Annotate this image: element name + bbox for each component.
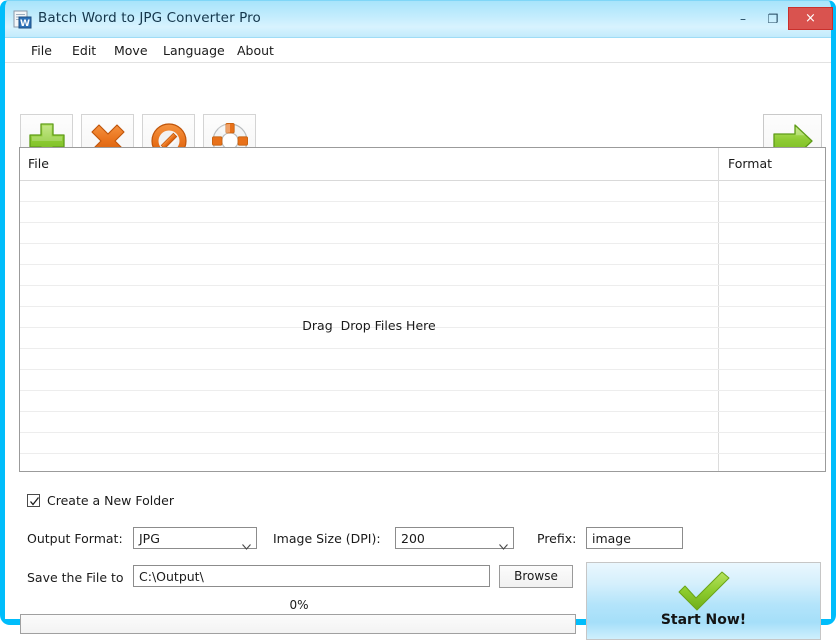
browse-label: Browse — [514, 569, 558, 583]
minimize-button[interactable]: – — [728, 7, 758, 30]
prefix-input[interactable]: image — [586, 527, 683, 549]
row-separator — [20, 243, 825, 244]
title-bar: W Batch Word to JPG Converter Pro – ❐ × — [0, 0, 836, 38]
output-format-label: Output Format: — [27, 531, 123, 546]
row-separator — [20, 222, 825, 223]
image-size-value: 200 — [401, 531, 425, 546]
chevron-down-icon — [242, 535, 251, 550]
output-format-value: JPG — [139, 531, 160, 546]
menu-item-move[interactable]: Move — [108, 41, 154, 60]
row-separator — [20, 390, 825, 391]
application-window: W Batch Word to JPG Converter Pro – ❐ × … — [0, 0, 836, 640]
word-document-icon: W — [13, 10, 32, 29]
save-path-input[interactable]: C:\Output\ — [133, 565, 490, 587]
row-separator — [20, 348, 825, 349]
column-divider — [718, 148, 719, 471]
close-icon: × — [805, 11, 816, 26]
svg-text:W: W — [20, 19, 30, 29]
maximize-icon: ❐ — [767, 11, 779, 26]
row-separator — [20, 264, 825, 265]
green-checkmark-icon — [673, 571, 735, 613]
column-header-file[interactable]: File — [28, 156, 49, 171]
file-list[interactable]: File Format Drag Drop Files Here — [19, 147, 826, 472]
start-now-label: Start Now! — [660, 612, 747, 628]
window-title: Batch Word to JPG Converter Pro — [38, 10, 261, 26]
checkbox-box[interactable] — [27, 494, 40, 507]
browse-button[interactable]: Browse — [499, 565, 573, 588]
row-separator — [20, 306, 825, 307]
progress-bar — [20, 614, 576, 634]
file-list-header: File Format — [20, 148, 825, 181]
save-path-label: Save the File to — [27, 570, 124, 585]
close-button[interactable]: × — [788, 7, 833, 30]
image-size-label: Image Size (DPI): — [273, 531, 381, 546]
menu-item-file[interactable]: File — [25, 41, 58, 60]
menu-bar: File Edit Move Language About — [5, 38, 831, 63]
minimize-icon: – — [740, 11, 746, 26]
chevron-down-icon — [499, 535, 508, 550]
checkmark-icon — [30, 497, 40, 506]
row-separator — [20, 369, 825, 370]
progress-percent-label: 0% — [289, 598, 309, 612]
prefix-label: Prefix: — [537, 531, 577, 546]
create-new-folder-label: Create a New Folder — [47, 493, 175, 508]
row-separator — [20, 201, 825, 202]
output-format-select[interactable]: JPG — [133, 527, 257, 550]
row-separator — [20, 411, 825, 412]
toolbar — [5, 62, 831, 167]
create-new-folder-checkbox[interactable]: Create a New Folder — [27, 493, 174, 508]
image-size-select[interactable]: 200 — [395, 527, 514, 550]
save-path-value: C:\Output\ — [139, 569, 204, 584]
prefix-value: image — [592, 531, 631, 546]
menu-item-about[interactable]: About — [231, 41, 280, 60]
row-separator — [20, 453, 825, 454]
menu-item-edit[interactable]: Edit — [66, 41, 102, 60]
start-now-button[interactable]: Start Now! — [586, 562, 821, 640]
client-area: File Edit Move Language About File Forma… — [5, 38, 831, 640]
drop-files-hint: Drag Drop Files Here — [302, 318, 436, 333]
menu-item-language[interactable]: Language — [157, 41, 231, 60]
row-separator — [20, 285, 825, 286]
column-header-format[interactable]: Format — [728, 156, 772, 171]
maximize-button[interactable]: ❐ — [758, 7, 788, 30]
row-separator — [20, 432, 825, 433]
